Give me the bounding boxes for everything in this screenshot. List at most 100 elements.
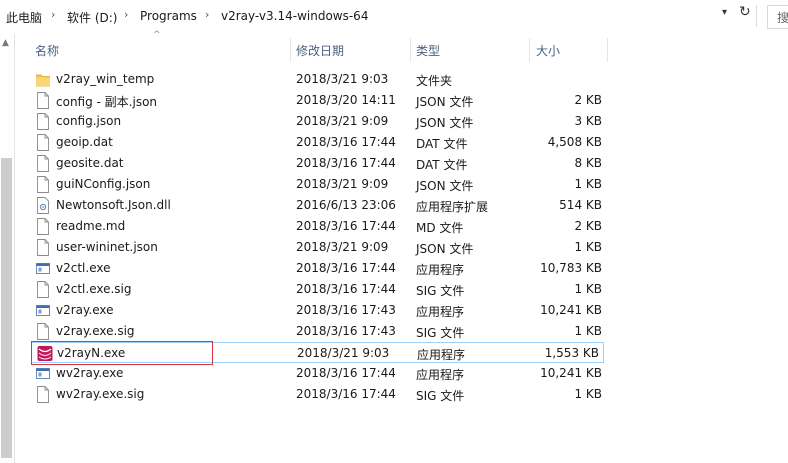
file-size: 1 KB <box>574 177 602 191</box>
sort-ascending-icon: ^ <box>153 30 161 40</box>
file-type: 应用程序扩展 <box>416 200 489 214</box>
file-size: 1 KB <box>574 387 602 401</box>
file-date: 2018/3/21 9:09 <box>296 177 389 191</box>
file-row[interactable]: wv2ray.exe.sig 2018/3/16 17:44 SIG 文件 1 KB <box>31 384 606 405</box>
file-date: 2018/3/21 9:03 <box>297 346 390 360</box>
file-name: geosite.dat <box>56 156 124 170</box>
v2rayn-app-icon <box>37 345 53 362</box>
refresh-icon[interactable]: ↻ <box>739 4 751 20</box>
file-size: 514 KB <box>559 198 602 212</box>
file-icon <box>36 113 50 130</box>
file-type: 应用程序 <box>416 368 465 382</box>
exe-icon <box>36 302 50 319</box>
file-row[interactable]: config.json 2018/3/21 9:09 JSON 文件 3 KB <box>31 111 606 132</box>
chevron-right-icon[interactable]: › <box>124 8 128 21</box>
dll-icon <box>36 197 50 214</box>
file-icon <box>36 92 50 109</box>
file-row[interactable]: user-wininet.json 2018/3/21 9:09 JSON 文件 1 … <box>31 237 606 258</box>
column-header-name[interactable]: 名称 <box>35 42 285 66</box>
chevron-right-icon[interactable]: › <box>51 8 55 21</box>
file-icon <box>36 176 50 193</box>
column-divider[interactable] <box>410 38 411 62</box>
scrollbar-thumb[interactable] <box>1 158 12 458</box>
file-row[interactable]: guiNConfig.json 2018/3/21 9:09 JSON 文件 1 KB <box>31 174 606 195</box>
file-size: 2 KB <box>574 219 602 233</box>
file-type: MD 文件 <box>416 221 464 235</box>
file-type: 应用程序 <box>417 348 466 362</box>
file-row[interactable]: v2ray_win_temp 2018/3/21 9:03 文件夹 <box>31 69 606 90</box>
file-icon <box>36 134 50 151</box>
file-type: DAT 文件 <box>416 158 468 172</box>
file-row[interactable]: config - 副本.json 2018/3/20 14:11 JSON 文件 2 … <box>31 90 606 111</box>
file-name: config.json <box>56 114 122 128</box>
file-date: 2018/3/16 17:44 <box>296 282 396 296</box>
file-size: 3 KB <box>574 114 602 128</box>
file-name: v2ray.exe.sig <box>56 324 135 338</box>
file-row[interactable]: v2rayN.exe 2018/3/21 9:03 应用程序 1,553 KB <box>31 342 604 363</box>
file-date: 2018/3/16 17:44 <box>296 261 396 275</box>
file-row[interactable]: v2ctl.exe 2018/3/16 17:44 应用程序 10,783 KB <box>31 258 606 279</box>
crumb-this-pc[interactable]: 此电脑 <box>6 9 42 26</box>
file-size: 10,241 KB <box>540 303 602 317</box>
file-size: 10,241 KB <box>540 366 602 380</box>
file-icon <box>36 281 50 298</box>
file-type: 应用程序 <box>416 305 465 319</box>
search-input[interactable]: 搜 <box>767 5 788 29</box>
file-name: v2ray.exe <box>56 303 114 317</box>
file-date: 2018/3/20 14:11 <box>296 93 396 107</box>
file-row[interactable]: Newtonsoft.Json.dll 2016/6/13 23:06 应用程序扩展… <box>31 195 606 216</box>
file-name: v2ctl.exe.sig <box>56 282 132 296</box>
file-size: 1 KB <box>574 324 602 338</box>
chevron-right-icon[interactable]: › <box>205 8 209 21</box>
file-row[interactable]: v2ray.exe 2018/3/16 17:43 应用程序 10,241 KB <box>31 300 606 321</box>
file-row[interactable]: v2ray.exe.sig 2018/3/16 17:43 SIG 文件 1 KB <box>31 321 606 342</box>
file-date: 2018/3/16 17:44 <box>296 156 396 170</box>
crumb-drive[interactable]: 软件 (D:) <box>67 9 117 26</box>
file-size: 1 KB <box>574 240 602 254</box>
exe-icon <box>36 260 50 277</box>
file-name: user-wininet.json <box>56 240 158 254</box>
file-date: 2018/3/16 17:44 <box>296 387 396 401</box>
column-divider[interactable] <box>529 38 530 62</box>
file-size: 1,553 KB <box>544 346 599 360</box>
file-row[interactable]: wv2ray.exe 2018/3/16 17:44 应用程序 10,241 KB <box>31 363 606 384</box>
file-date: 2018/3/16 17:43 <box>296 303 396 317</box>
column-divider[interactable] <box>290 38 291 62</box>
file-type: DAT 文件 <box>416 137 468 151</box>
file-name: wv2ray.exe <box>56 366 124 380</box>
file-row[interactable]: readme.md 2018/3/16 17:44 MD 文件 2 KB <box>31 216 606 237</box>
address-dropdown-icon[interactable]: ▾ <box>722 7 727 18</box>
file-date: 2018/3/16 17:44 <box>296 219 396 233</box>
address-bar: 此电脑 › 软件 (D:) › Programs › v2ray-v3.14-w… <box>0 0 788 34</box>
crumb-current-folder[interactable]: v2ray-v3.14-windows-64 <box>221 9 368 23</box>
file-name: readme.md <box>56 219 126 233</box>
exe-icon <box>36 365 50 382</box>
column-header-date[interactable]: 修改日期 <box>296 42 406 66</box>
file-row[interactable]: v2ctl.exe.sig 2018/3/16 17:44 SIG 文件 1 KB <box>31 279 606 300</box>
file-date: 2018/3/16 17:44 <box>296 366 396 380</box>
file-size: 4,508 KB <box>547 135 602 149</box>
folder-icon <box>35 71 51 88</box>
file-type: JSON 文件 <box>416 116 474 130</box>
search-placeholder: 搜 <box>777 11 788 25</box>
file-name: wv2ray.exe.sig <box>56 387 145 401</box>
file-size: 2 KB <box>574 93 602 107</box>
file-type: JSON 文件 <box>416 242 474 256</box>
file-name: guiNConfig.json <box>56 177 151 191</box>
file-row[interactable]: geoip.dat 2018/3/16 17:44 DAT 文件 4,508 KB <box>31 132 606 153</box>
file-row[interactable]: geosite.dat 2018/3/16 17:44 DAT 文件 8 KB <box>31 153 606 174</box>
file-name: Newtonsoft.Json.dll <box>56 198 171 212</box>
file-type: JSON 文件 <box>416 95 474 109</box>
file-type: SIG 文件 <box>416 389 465 403</box>
crumb-programs[interactable]: Programs <box>140 9 197 23</box>
file-icon <box>36 323 50 340</box>
breadcrumb[interactable]: 此电脑 › 软件 (D:) › Programs › v2ray-v3.14-w… <box>0 5 738 27</box>
file-date: 2016/6/13 23:06 <box>296 198 396 212</box>
file-type: SIG 文件 <box>416 326 465 340</box>
file-size: 10,783 KB <box>540 261 602 275</box>
scroll-up-icon[interactable]: ▲ <box>2 38 9 48</box>
file-type: JSON 文件 <box>416 179 474 193</box>
column-header-size[interactable]: 大小 <box>536 42 606 66</box>
column-divider[interactable] <box>607 38 608 62</box>
column-header-type[interactable]: 类型 <box>416 42 526 66</box>
